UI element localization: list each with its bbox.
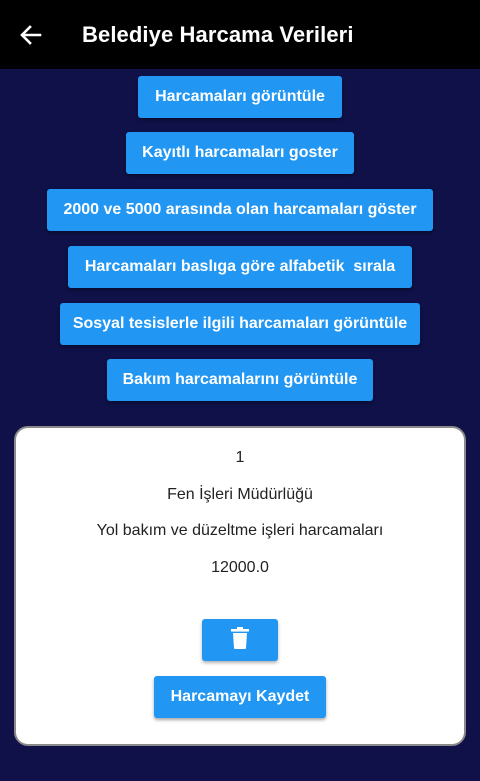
expense-amount: 12000.0 <box>211 559 269 576</box>
expense-description: Yol bakım ve düzeltme işleri harcamaları <box>96 522 384 539</box>
arrow-left-icon[interactable] <box>18 22 44 48</box>
expense-card: 1 Fen İşleri Müdürlüğü Yol bakım ve düze… <box>14 426 466 746</box>
social-facilities-expenses-button[interactable]: Sosyal tesislerle ilgili harcamaları gör… <box>60 303 420 345</box>
delete-button[interactable] <box>202 619 278 661</box>
app-bar: Belediye Harcama Verileri <box>0 0 480 69</box>
expense-department: Fen İşleri Müdürlüğü <box>167 486 313 503</box>
trash-icon <box>231 626 249 654</box>
view-expenses-button[interactable]: Harcamaları görüntüle <box>138 76 342 118</box>
expense-id: 1 <box>235 449 245 466</box>
page-title: Belediye Harcama Verileri <box>82 22 354 47</box>
show-saved-expenses-button[interactable]: Kayıtlı harcamaları goster <box>126 132 354 174</box>
maintenance-expenses-button[interactable]: Bakım harcamalarını görüntüle <box>107 359 373 401</box>
filter-2000-5000-button[interactable]: 2000 ve 5000 arasında olan harcamaları g… <box>47 189 433 231</box>
sort-alphabetical-button[interactable]: Harcamaları baslıga göre alfabetik sıral… <box>68 246 412 288</box>
save-expense-button[interactable]: Harcamayı Kaydet <box>154 676 326 718</box>
